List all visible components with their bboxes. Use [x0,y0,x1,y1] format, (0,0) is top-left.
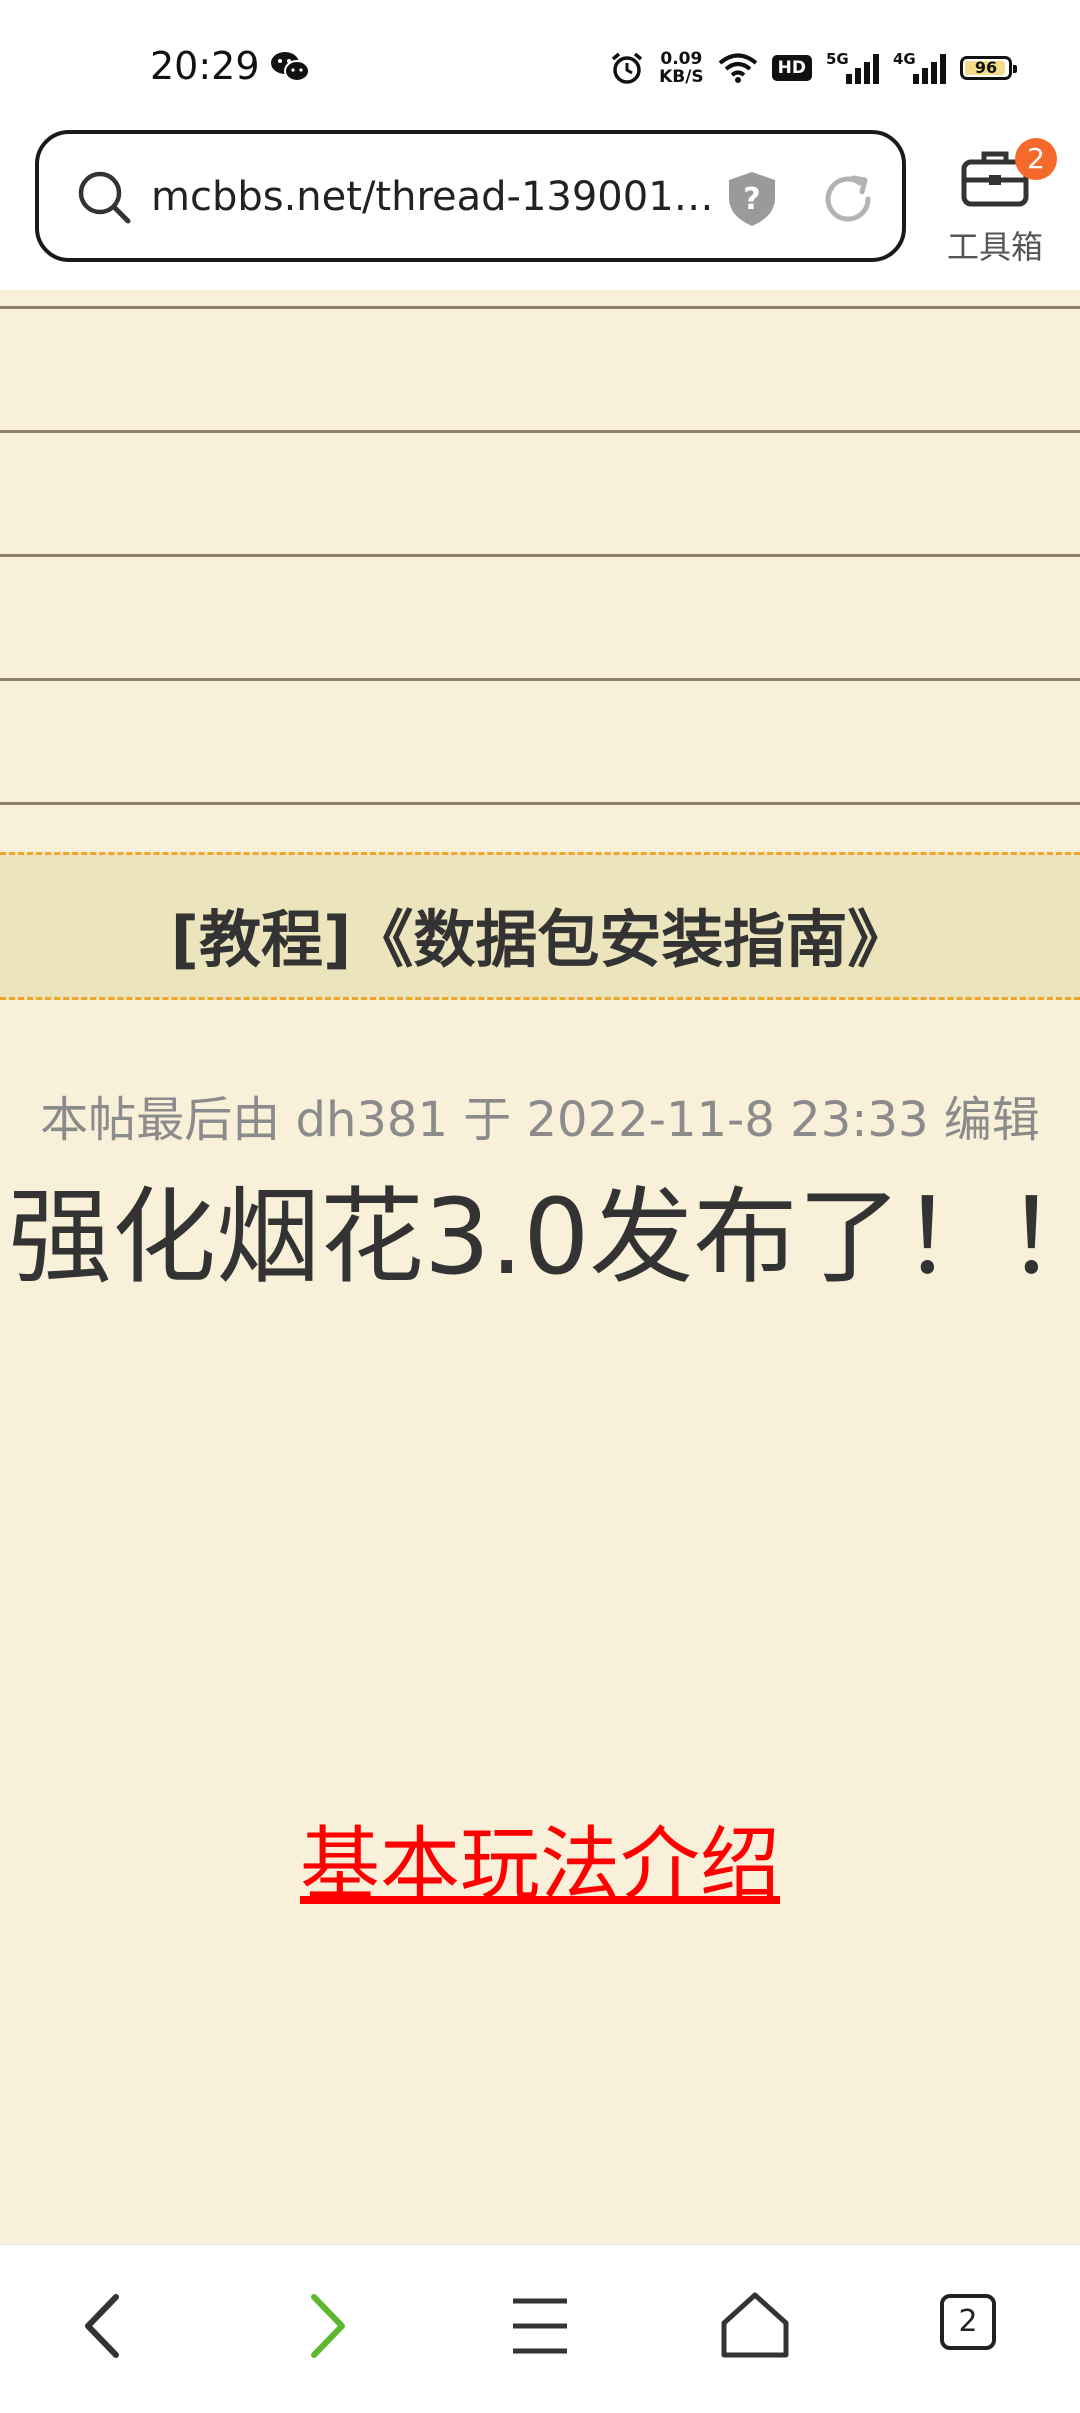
signal-5g: 5G [826,50,879,84]
address-bar[interactable]: mcbbs.net/thread-139001… ? [35,130,906,262]
back-icon[interactable] [62,2281,152,2371]
thread-title: [教程]《数据包安装指南》 [170,903,910,976]
bottom-nav: 2 [0,2244,1080,2413]
tabs-icon: 2 [940,2294,996,2350]
menu-icon[interactable] [495,2281,585,2371]
reload-icon[interactable] [819,170,877,228]
edit-note: 本帖最后由 dh381 于 2022-11-8 23:33 编辑 [40,1092,1040,1148]
forward-icon[interactable] [278,2281,368,2371]
status-bar: 20:29 0.09 KB/S HD 5G 4G 96 [0,0,1080,130]
alarm-icon [611,52,643,84]
status-indicators: 0.09 KB/S HD 5G 4G 96 [609,46,1017,90]
divider-line [0,678,1080,681]
divider-line [0,554,1080,557]
intro-link[interactable]: 基本玩法介绍 [300,1818,780,1911]
divider-line [0,430,1080,433]
shield-icon[interactable]: ? [725,170,779,228]
toolbox-label: 工具箱 [946,228,1043,266]
divider-line [0,802,1080,805]
status-time: 20:29 [150,44,260,88]
url-text[interactable]: mcbbs.net/thread-139001… [151,174,711,220]
hd-badge: HD [771,55,812,81]
wifi-icon [718,53,757,83]
battery-indicator: 96 [960,56,1017,80]
network-speed: 0.09 KB/S [659,49,704,87]
page-content: [教程]《数据包安装指南》 本帖最后由 dh381 于 2022-11-8 23… [0,290,1080,2244]
tabs-button[interactable]: 2 [928,2281,1018,2371]
search-icon[interactable] [75,168,133,226]
wechat-icon [271,52,310,82]
signal-4g: 4G [893,50,946,84]
thread-title-band: [教程]《数据包安装指南》 [0,852,1080,1000]
home-icon[interactable] [710,2281,800,2371]
toolbox-button[interactable]: 2 工具箱 [932,138,1058,268]
post-headline: 强化烟花3.0发布了！！ [8,1176,1080,1298]
divider-line [0,306,1080,309]
intro-link-container: 基本玩法介绍 [0,1800,1080,1916]
toolbox-badge: 2 [1015,138,1057,180]
svg-text:?: ? [743,182,760,217]
